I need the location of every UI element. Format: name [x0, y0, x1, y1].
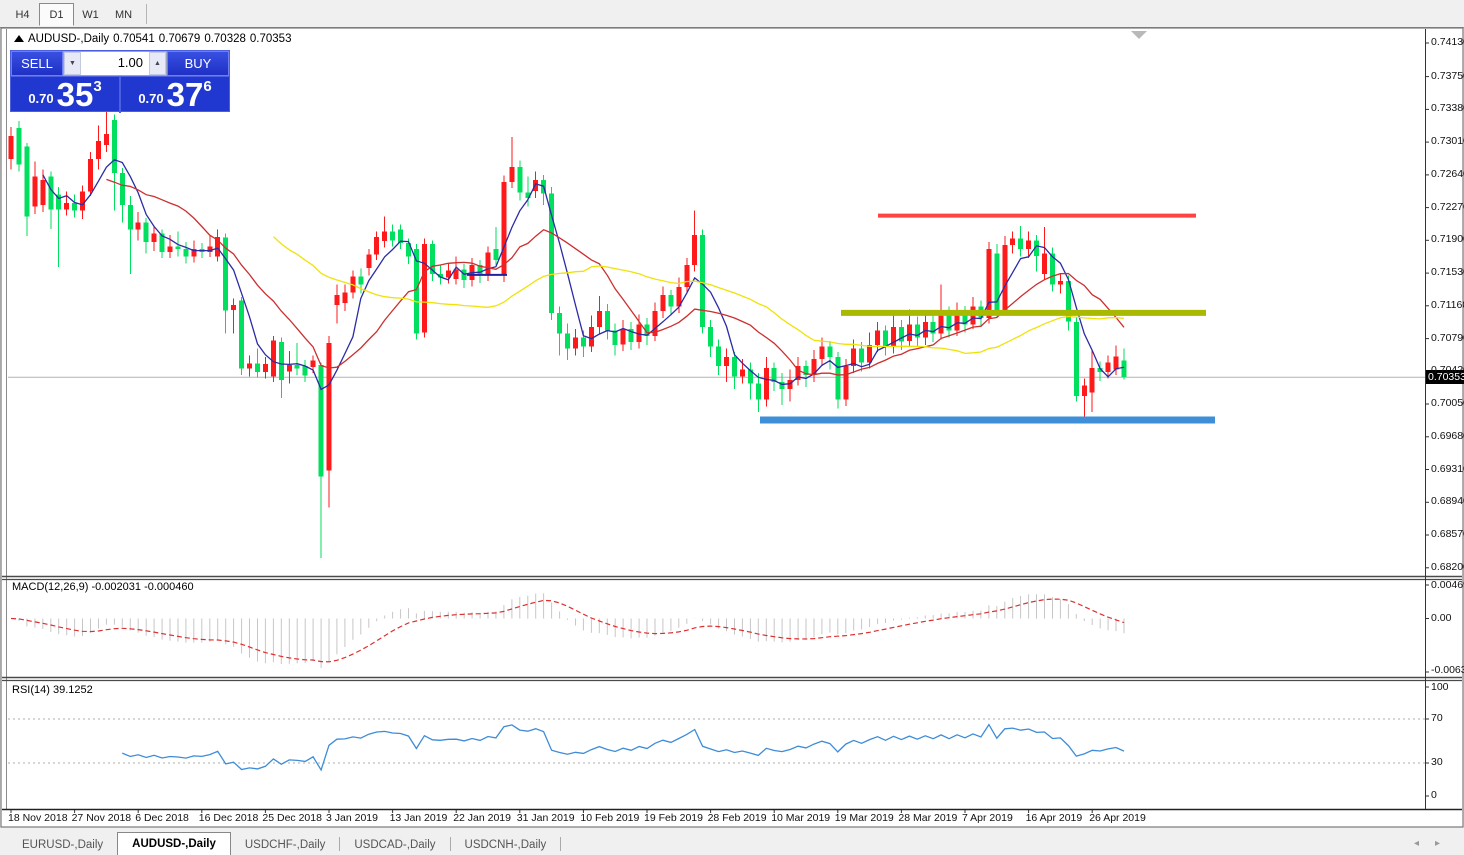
macd-axis-label: -0.00639 — [1431, 664, 1464, 676]
date-axis-label: 26 Apr 2019 — [1089, 812, 1146, 824]
symbol-tab-usdcad[interactable]: USDCAD-,Daily — [340, 834, 449, 855]
date-axis-label: 25 Dec 2018 — [262, 812, 322, 824]
chart-symbol: AUDUSD-,Daily — [28, 33, 109, 45]
date-axis-label: 31 Jan 2019 — [517, 812, 575, 824]
sell-price-display[interactable]: 0.70353 — [11, 77, 121, 113]
buy-price-prefix: 0.70 — [138, 91, 163, 110]
price-axis-label: 0.69680 — [1431, 430, 1464, 442]
date-axis-label: 22 Jan 2019 — [453, 812, 511, 824]
macd-label: MACD(12,26,9) -0.002031 -0.000460 — [12, 581, 194, 593]
date-axis-label: 19 Feb 2019 — [644, 812, 703, 824]
date-axis-label: 28 Feb 2019 — [708, 812, 767, 824]
sell-price-prefix: 0.70 — [28, 91, 53, 110]
rsi-label: RSI(14) 39.1252 — [12, 684, 93, 696]
price-axis-label: 0.72270 — [1431, 201, 1464, 213]
date-axis-label: 28 Mar 2019 — [898, 812, 957, 824]
date-axis-label: 16 Dec 2018 — [199, 812, 259, 824]
price-axis-label: 0.68570 — [1431, 528, 1464, 540]
ohlc-open: 0.70541 — [113, 33, 155, 45]
sell-price-pips: 35 — [57, 80, 94, 110]
date-axis-label: 10 Mar 2019 — [771, 812, 830, 824]
date-axis-label: 27 Nov 2018 — [72, 812, 132, 824]
symbol-tab-usdcnh[interactable]: USDCNH-,Daily — [451, 834, 561, 855]
chart-shift-icon[interactable] — [1131, 31, 1147, 39]
rsi-axis-label: 0 — [1431, 789, 1437, 801]
date-axis-label: 6 Dec 2018 — [135, 812, 189, 824]
buy-button[interactable]: BUY — [167, 51, 229, 76]
tab-separator — [560, 837, 561, 851]
volume-input[interactable]: 1.00 — [81, 52, 149, 75]
macd-axis-label: 0.00 — [1431, 612, 1451, 624]
one-click-trading-panel: SELL ▼ 1.00 ▲ BUY 0.70353 0.70376 — [10, 50, 230, 112]
price-axis-label: 0.69310 — [1431, 463, 1464, 475]
date-axis-label: 3 Jan 2019 — [326, 812, 378, 824]
price-axis-label: 0.70050 — [1431, 397, 1464, 409]
price-axis-label: 0.73010 — [1431, 135, 1464, 147]
sell-button[interactable]: SELL — [11, 51, 63, 76]
symbol-tab-audusd[interactable]: AUDUSD-,Daily — [117, 832, 231, 855]
rsi-axis-label: 70 — [1431, 712, 1443, 724]
price-axis-label: 0.71900 — [1431, 233, 1464, 245]
price-axis-label: 0.73380 — [1431, 102, 1464, 114]
price-axis-label: 0.70790 — [1431, 332, 1464, 344]
date-axis-label: 19 Mar 2019 — [835, 812, 894, 824]
symbol-tab-bar: EURUSD-,DailyAUDUSD-,DailyUSDCHF-,DailyU… — [0, 828, 1464, 855]
tab-scroll-right-icon[interactable]: ▸ — [1435, 838, 1456, 849]
price-axis-label: 0.68940 — [1431, 495, 1464, 507]
macd-axis-label: 0.004694 — [1431, 579, 1464, 591]
symbol-tab-usdchf[interactable]: USDCHF-,Daily — [231, 834, 340, 855]
date-axis-label: 18 Nov 2018 — [8, 812, 68, 824]
buy-price-pips: 37 — [167, 80, 204, 110]
symbol-tab-eurusd[interactable]: EURUSD-,Daily — [8, 834, 117, 855]
price-axis-label: 0.74130 — [1431, 36, 1464, 48]
tab-scroll-left-icon[interactable]: ◂ — [1414, 838, 1435, 849]
date-axis-label: 13 Jan 2019 — [390, 812, 448, 824]
buy-price-display[interactable]: 0.70376 — [121, 77, 229, 113]
buy-price-point: 6 — [203, 78, 211, 110]
tab-scroll-arrows[interactable]: ◂▸ — [1414, 838, 1456, 849]
price-axis-label: 0.68200 — [1431, 561, 1464, 573]
date-axis-label: 16 Apr 2019 — [1026, 812, 1083, 824]
date-axis-label: 10 Feb 2019 — [580, 812, 639, 824]
price-axis-label: 0.71530 — [1431, 266, 1464, 278]
rsi-axis-label: 30 — [1431, 756, 1443, 768]
symbol-triangle-icon — [14, 35, 24, 42]
chart-canvas[interactable] — [0, 0, 1464, 855]
price-axis-label: 0.72640 — [1431, 168, 1464, 180]
ohlc-high: 0.70679 — [159, 33, 201, 45]
price-axis-label: 0.71160 — [1431, 299, 1464, 311]
volume-decrease-button[interactable]: ▼ — [64, 52, 81, 75]
rsi-axis-label: 100 — [1431, 681, 1449, 693]
chart-header: AUDUSD-,Daily 0.70541 0.706790.70328 0.7035… — [14, 33, 295, 45]
price-axis-label: 0.73750 — [1431, 70, 1464, 82]
ohlc-close: 0.70353 — [250, 33, 292, 45]
ohlc-low: 0.70328 — [204, 33, 246, 45]
volume-stepper: ▼ 1.00 ▲ — [63, 51, 167, 76]
price-axis-label: 0.70420 — [1431, 364, 1464, 376]
sell-price-point: 3 — [93, 78, 101, 110]
date-axis-label: 7 Apr 2019 — [962, 812, 1013, 824]
volume-increase-button[interactable]: ▲ — [149, 52, 166, 75]
mt5-window: H4D1W1MN AUDUSD-,Daily0.705410.706790.70… — [0, 0, 1464, 855]
